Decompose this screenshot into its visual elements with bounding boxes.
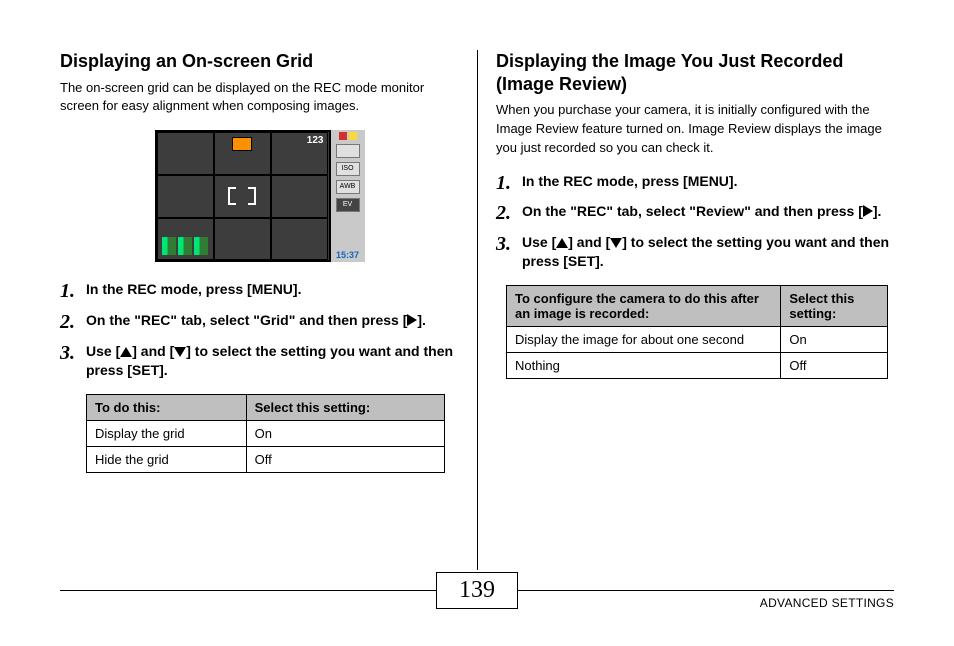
table-header: To configure the camera to do this after… <box>507 286 781 327</box>
table-row: Nothing Off <box>507 353 888 379</box>
step-3: Use [] and [] to select the setting you … <box>496 233 894 271</box>
table-header: To do this: <box>87 394 247 420</box>
illustration-wrap: 123 <box>60 130 459 262</box>
table-row: Display the grid On <box>87 420 445 446</box>
table-cell: Hide the grid <box>87 446 247 472</box>
step-text: ] and [ <box>132 343 174 359</box>
camera-screen-illustration: 123 <box>155 130 365 262</box>
grid-cell <box>157 175 214 218</box>
heading-grid: Displaying an On-screen Grid <box>60 50 459 73</box>
step-1: In the REC mode, press [MENU]. <box>60 280 459 299</box>
grid-cell <box>157 132 214 175</box>
table-cell: On <box>781 327 888 353</box>
step-text: On the "REC" tab, select "Review" and th… <box>522 203 863 219</box>
column-left: Displaying an On-screen Grid The on-scre… <box>60 50 477 570</box>
two-column-layout: Displaying an On-screen Grid The on-scre… <box>60 50 894 570</box>
side-time: 15:37 <box>336 250 359 260</box>
mode-icons <box>339 132 357 140</box>
side-iso: ISO <box>336 162 360 176</box>
side-awb: AWB <box>336 180 360 194</box>
rec-indicator-icon <box>232 137 252 151</box>
step-text: ]. <box>417 312 426 328</box>
heading-review: Displaying the Image You Just Recorded (… <box>496 50 894 95</box>
grid-cell <box>271 175 328 218</box>
side-ev: EV <box>336 198 360 212</box>
manual-page: Displaying an On-screen Grid The on-scre… <box>0 0 954 646</box>
table-row: Hide the grid Off <box>87 446 445 472</box>
camera-side-panel: ISO AWB EV 15:37 <box>331 130 365 262</box>
table-header-row: To do this: Select this setting: <box>87 394 445 420</box>
mode-icon-red <box>339 132 347 140</box>
steps-grid: In the REC mode, press [MENU]. On the "R… <box>60 280 459 380</box>
mode-icon-yellow <box>349 132 357 140</box>
intro-grid: The on-screen grid can be displayed on t… <box>60 79 459 117</box>
grid-cell <box>157 218 214 261</box>
grid-cell <box>214 132 271 175</box>
grid-cell <box>214 218 271 261</box>
live-view-grid: 123 <box>155 130 331 262</box>
right-arrow-icon <box>407 314 417 326</box>
table-cell: Off <box>781 353 888 379</box>
focus-frame-icon <box>228 187 256 205</box>
step-text: On the "REC" tab, select "Grid" and then… <box>86 312 407 328</box>
step-text: ] and [ <box>568 234 610 250</box>
step-text: In the REC mode, press [MENU]. <box>86 281 301 297</box>
table-cell: Display the grid <box>87 420 247 446</box>
step-3: Use [] and [] to select the setting you … <box>60 342 459 380</box>
table-header: Select this setting: <box>781 286 888 327</box>
page-footer: 139 ADVANCED SETTINGS <box>60 572 894 622</box>
table-cell: Nothing <box>507 353 781 379</box>
step-2: On the "REC" tab, select "Review" and th… <box>496 202 894 221</box>
grid-cell <box>271 218 328 261</box>
table-cell: On <box>246 420 445 446</box>
right-arrow-icon <box>863 205 873 217</box>
down-arrow-icon <box>610 238 622 248</box>
settings-table-grid: To do this: Select this setting: Display… <box>86 394 445 473</box>
grid-cell <box>214 175 271 218</box>
grid-cell: 123 <box>271 132 328 175</box>
section-label: ADVANCED SETTINGS <box>760 596 894 610</box>
table-header: Select this setting: <box>246 394 445 420</box>
step-text: ]. <box>873 203 882 219</box>
up-arrow-icon <box>120 347 132 357</box>
step-1: In the REC mode, press [MENU]. <box>496 172 894 191</box>
step-2: On the "REC" tab, select "Grid" and then… <box>60 311 459 330</box>
steps-review: In the REC mode, press [MENU]. On the "R… <box>496 172 894 272</box>
battery-icon <box>162 237 208 255</box>
page-number: 139 <box>436 572 518 609</box>
side-flash-icon <box>336 144 360 158</box>
step-text: Use [ <box>86 343 120 359</box>
step-text: In the REC mode, press [MENU]. <box>522 173 737 189</box>
table-cell: Off <box>246 446 445 472</box>
down-arrow-icon <box>174 347 186 357</box>
intro-review: When you purchase your camera, it is ini… <box>496 101 894 158</box>
table-header-row: To configure the camera to do this after… <box>507 286 888 327</box>
column-right: Displaying the Image You Just Recorded (… <box>477 50 894 570</box>
table-cell: Display the image for about one second <box>507 327 781 353</box>
table-row: Display the image for about one second O… <box>507 327 888 353</box>
settings-table-review: To configure the camera to do this after… <box>506 285 888 379</box>
shot-counter: 123 <box>307 135 324 146</box>
up-arrow-icon <box>556 238 568 248</box>
step-text: Use [ <box>522 234 556 250</box>
